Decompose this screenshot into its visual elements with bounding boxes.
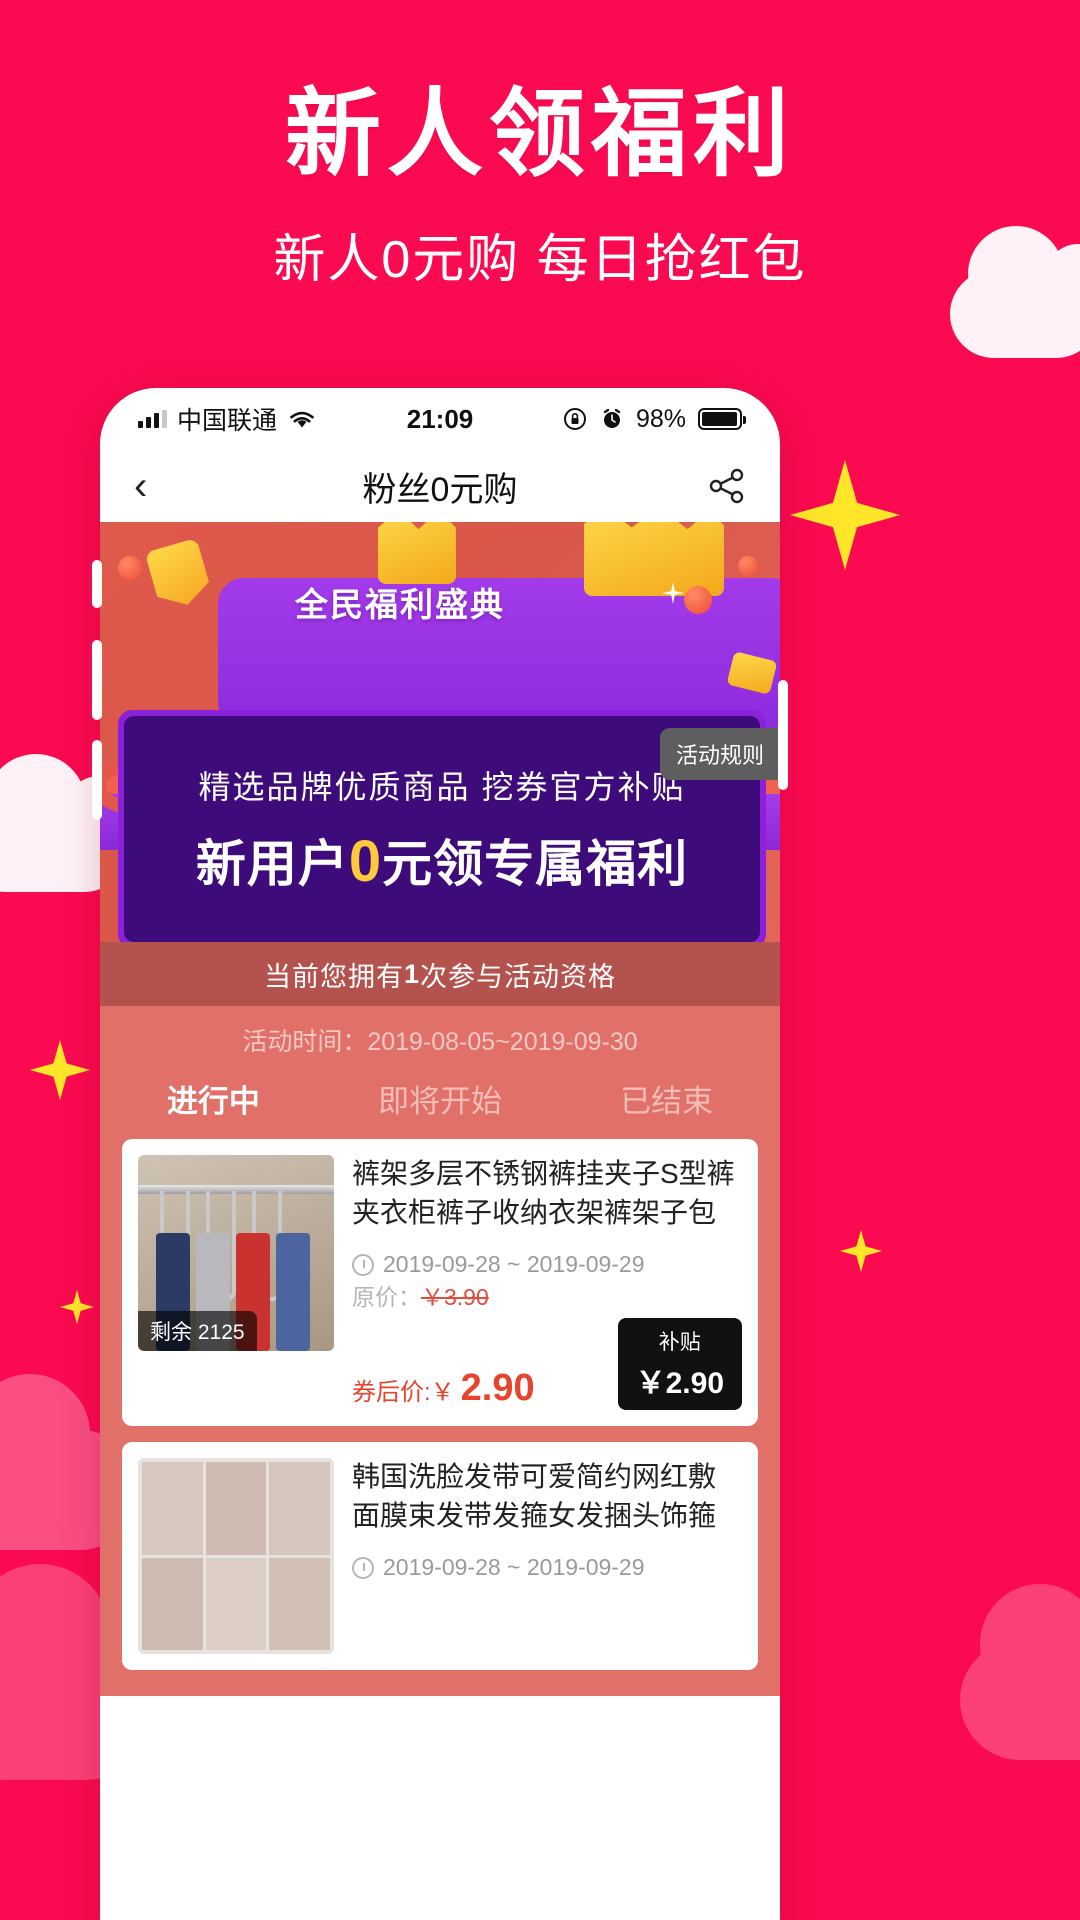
sphere-decoration [738,556,758,576]
list-item[interactable]: 韩国洗脸发带可爱简约网红敷面膜束发带发箍女发捆头饰箍漱化妆 2019-09-28… [122,1442,758,1670]
wifi-icon [290,411,314,428]
status-bar-right: 98% [562,404,746,434]
phone-power-button [778,680,788,790]
activity-time-label: 活动时间：2019-08-05~2019-09-30 [100,1006,780,1072]
thumbnail-cell [205,1462,267,1555]
product-thumbnail[interactable]: 剩余 2125 [138,1155,334,1351]
original-price-value: ￥3.90 [421,1284,489,1310]
banner-headline-zero: 0 [348,829,383,894]
alarm-icon [603,408,621,428]
product-date: 2019-09-28 ~ 2019-09-29 [383,1554,645,1580]
sparkle-icon [60,1290,94,1324]
thumbnail-cell [269,1557,330,1650]
sparkle-icon [30,1040,90,1100]
product-thumbnail[interactable] [138,1458,334,1654]
activity-rules-button[interactable]: 活动规则 [659,728,780,780]
battery-percent-label: 98% [635,404,686,433]
sphere-decoration [118,556,142,580]
subsidy-value: ￥2.90 [635,1367,724,1400]
after-coupon-value: 2.90 [460,1367,535,1409]
thumbnail-cell [269,1462,330,1555]
original-price-label: 原价： [352,1284,421,1310]
list-item[interactable]: 剩余 2125 裤架多层不锈钢裤挂夹子S型裤夹衣柜裤子收纳衣架裤架子包邮 201… [122,1139,758,1426]
nav-bar: ‹ 粉丝0元购 [100,450,780,522]
product-body: 韩国洗脸发带可爱简约网红敷面膜束发带发箍女发捆头饰箍漱化妆 2019-09-28… [352,1458,742,1654]
cloud-decoration [960,1584,1080,1760]
status-bar-left: 中国联通 [138,401,317,437]
product-date: 2019-09-28 ~ 2019-09-29 [383,1251,645,1277]
status-bar: 中国联通 21:09 98% [100,388,780,450]
product-title: 韩国洗脸发带可爱简约网红敷面膜束发带发箍女发捆头饰箍漱化妆 [352,1461,717,1531]
product-price-block: 原价：￥3.90 券后价:￥ 2.90 补贴 ￥2.90 [352,1278,742,1410]
qualification-suffix: 次参与活动资格 [420,961,617,992]
phone-volume-up-button [92,640,102,720]
remaining-badge: 剩余 2125 [138,1311,257,1351]
thumbnail-cell [142,1462,203,1555]
promo-banner[interactable]: 全民福利盛典 活动规则 精选品牌优质商品 挖券官方补贴 新用户0元领专属福利 [100,522,780,942]
product-body: 裤架多层不锈钢裤挂夹子S型裤夹衣柜裤子收纳衣架裤架子包邮 2019-09-28 … [352,1155,742,1410]
product-title: 裤架多层不锈钢裤挂夹子S型裤夹衣柜裤子收纳衣架裤架子包邮 [352,1158,735,1228]
remaining-label: 剩余 [150,1321,192,1344]
final-price-row: 券后价:￥ 2.90 补贴 ￥2.90 [352,1318,742,1410]
product-date-row: 2019-09-28 ~ 2019-09-29 [352,1251,742,1278]
banner-tagline: 精选品牌优质商品 挖券官方补贴 [198,769,686,805]
battery-icon [698,408,746,430]
subsidy-badge[interactable]: 补贴 ￥2.90 [617,1318,742,1410]
banner-headline-suffix: 元领专属福利 [382,836,689,892]
share-icon[interactable] [708,467,746,505]
carrier-label: 中国联通 [177,407,278,435]
remaining-count: 2125 [197,1321,245,1344]
thumbnail-cell [142,1557,203,1650]
clock-icon [352,1556,374,1579]
rotation-lock-icon [563,408,586,430]
page-title: 新人领福利 [285,81,795,188]
nav-title: 粉丝0元购 [362,470,518,509]
qualification-prefix: 当前您拥有 [263,961,404,992]
phone-side-button [92,560,102,608]
page-subtitle: 新人0元购 每日抢红包 [273,231,807,290]
tab-upcoming[interactable]: 即将开始 [327,1076,554,1121]
qualification-bar: 当前您拥有 1 次参与活动资格 [100,942,780,1006]
phone-mockup: 中国联通 21:09 98% ‹ 粉丝0元购 全民福利盛典 活动规则 精选品牌优… [100,388,780,1920]
signal-icon [138,410,167,428]
after-coupon-label: 券后价:￥ [352,1379,455,1406]
subsidy-label: 补贴 [658,1331,701,1354]
banner-plaque-label: 全民福利盛典 [295,586,505,623]
product-list: 剩余 2125 裤架多层不锈钢裤挂夹子S型裤夹衣柜裤子收纳衣架裤架子包邮 201… [100,1139,780,1696]
tab-ongoing[interactable]: 进行中 [100,1076,327,1121]
clock-icon [352,1253,374,1276]
tab-ended[interactable]: 已结束 [553,1076,780,1121]
thumbnail-grid [142,1462,330,1650]
after-coupon-price: 券后价:￥ 2.90 [352,1367,535,1410]
sparkle-icon [790,460,900,570]
qualification-count: 1 [403,958,421,989]
hero-section: 新人领福利 新人0元购 每日抢红包 [0,78,1080,292]
coin-icon [378,522,456,584]
sparkle-icon [840,1230,882,1272]
banner-headline: 新用户0元领专属福利 [196,824,688,896]
banner-headline-prefix: 新用户 [195,836,349,892]
phone-volume-down-button [92,740,102,820]
cloth-decoration [276,1233,310,1351]
thumbnail-cell [205,1557,267,1650]
original-price-row: 原价：￥3.90 [352,1278,742,1312]
product-date-row: 2019-09-28 ~ 2019-09-29 [352,1554,742,1581]
tab-bar: 进行中 即将开始 已结束 [100,1072,780,1139]
